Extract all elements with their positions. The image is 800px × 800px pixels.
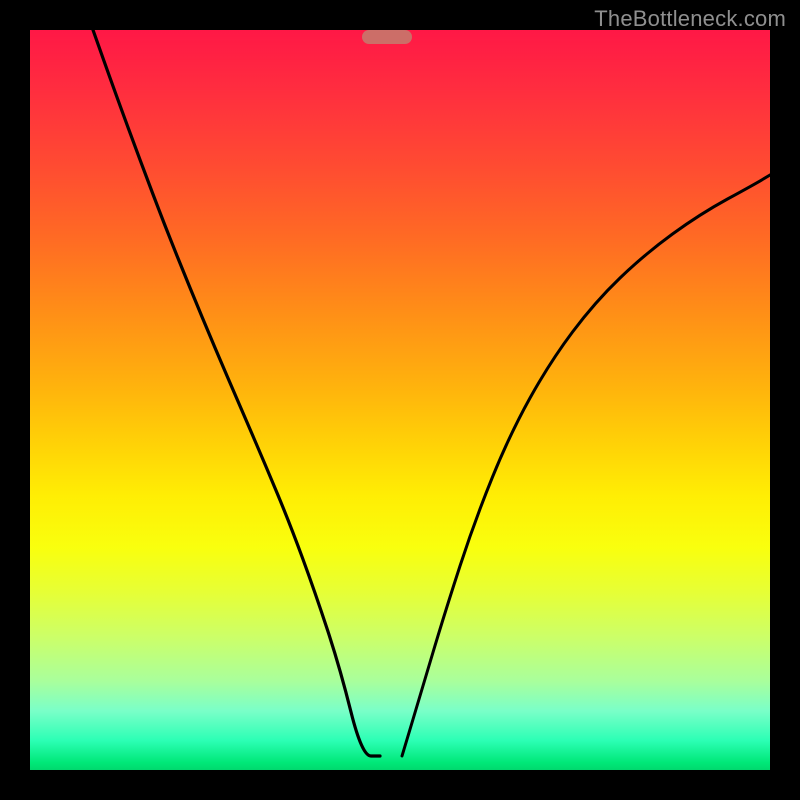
- chart-frame: TheBottleneck.com: [0, 0, 800, 800]
- plot-area: [30, 30, 770, 770]
- right-curve: [402, 175, 770, 756]
- bottleneck-marker: [362, 30, 412, 44]
- left-curve: [93, 30, 380, 756]
- curves-svg: [30, 30, 770, 770]
- watermark-text: TheBottleneck.com: [594, 6, 786, 32]
